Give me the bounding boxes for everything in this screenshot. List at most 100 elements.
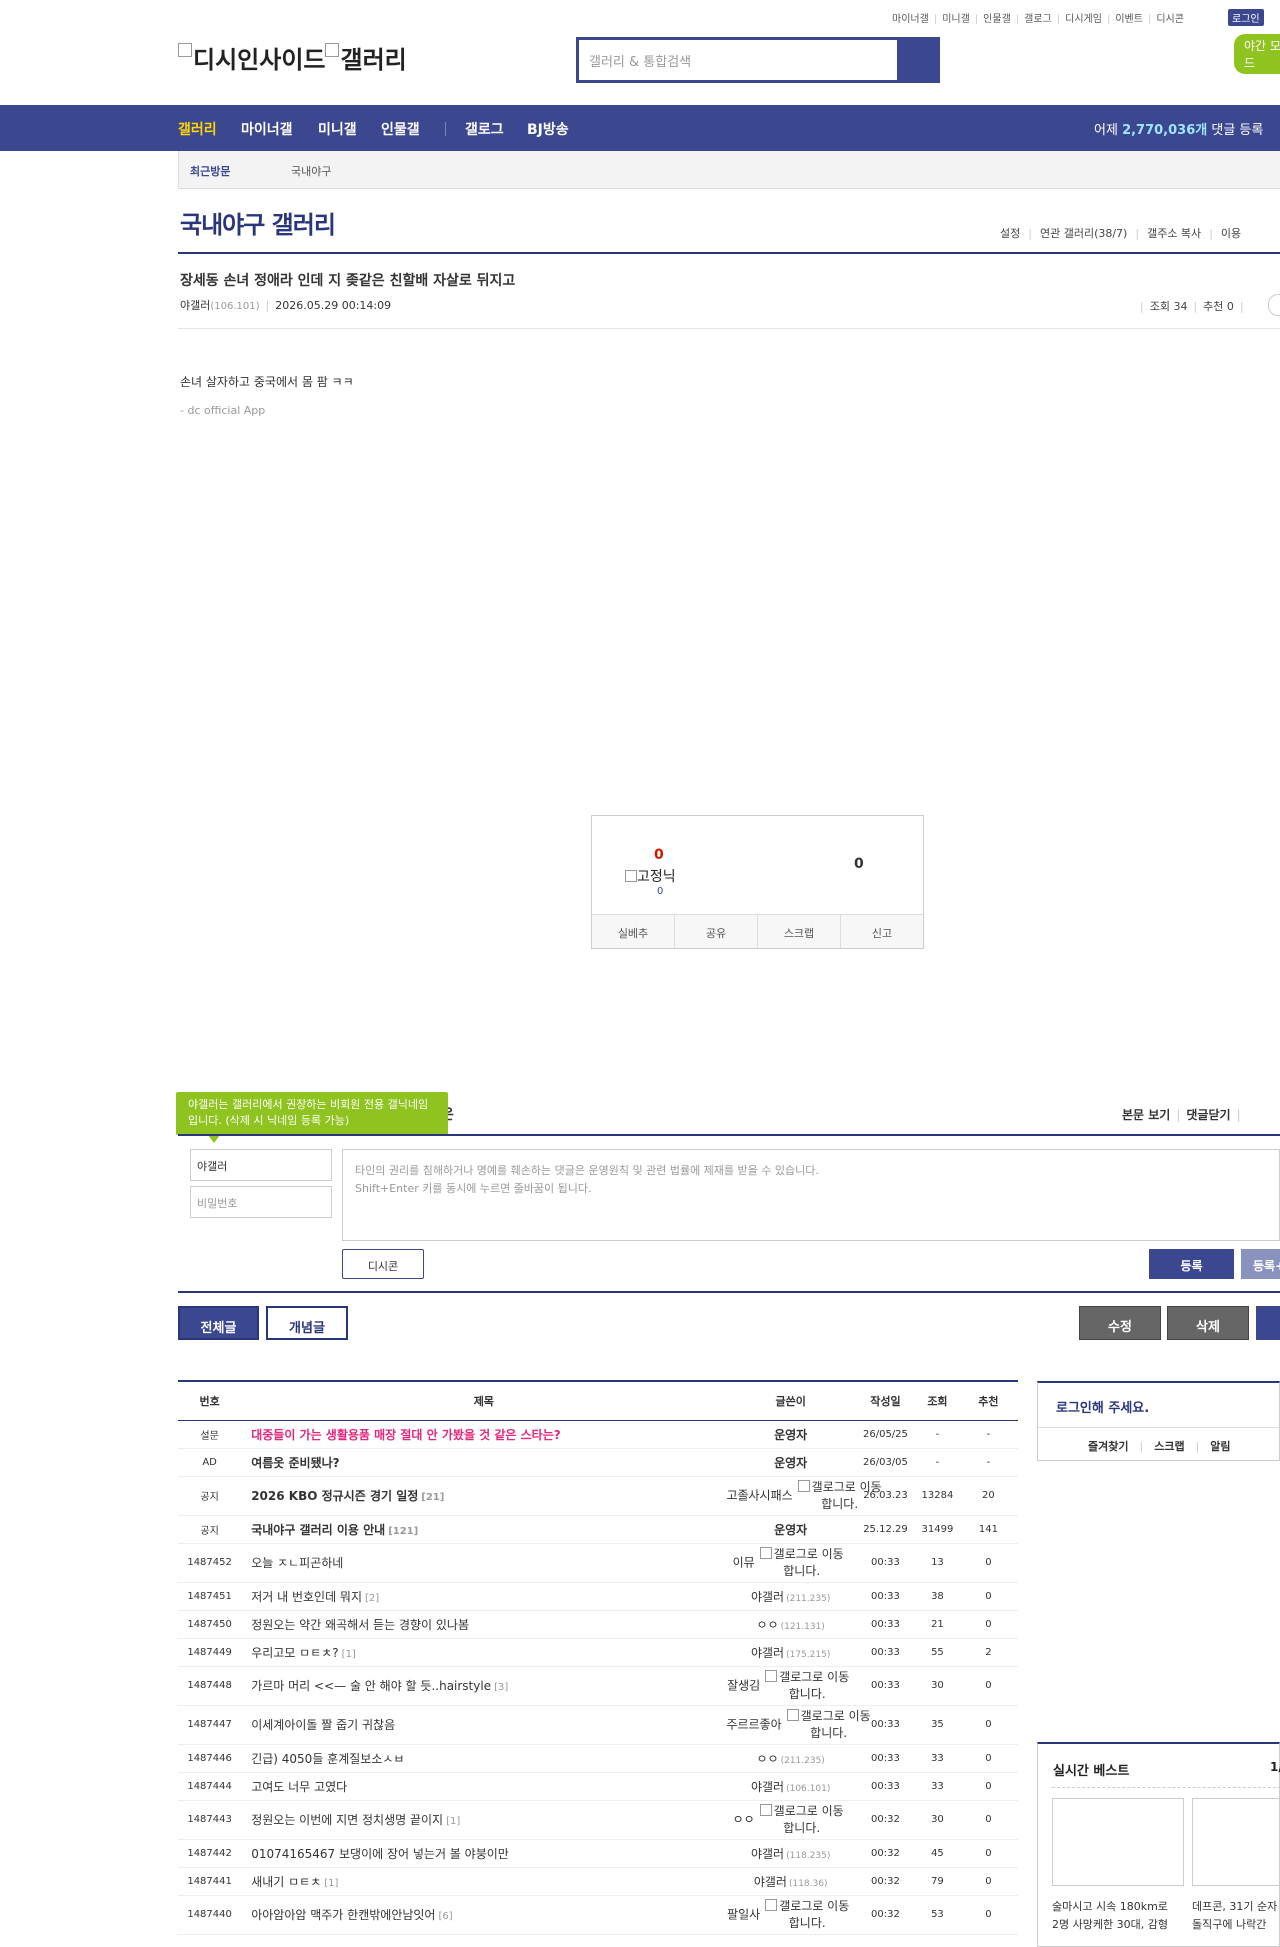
row-writer[interactable]: 야갤러 (118.36) bbox=[726, 1867, 855, 1896]
recent-visit-item[interactable]: 국내야구 bbox=[291, 163, 331, 179]
scrap-link[interactable]: 스크랩 bbox=[1154, 1440, 1184, 1453]
password-field[interactable]: 비밀번호 bbox=[190, 1186, 332, 1218]
nickname-field[interactable]: 야갤러 bbox=[190, 1149, 332, 1181]
notification-link[interactable]: 알림 bbox=[1210, 1440, 1230, 1453]
top-nav-game[interactable]: 디시게임 bbox=[1065, 14, 1102, 25]
writer-name[interactable]: 운영자 bbox=[774, 1428, 807, 1442]
gnb-gallery[interactable]: 갤러리 bbox=[178, 119, 217, 139]
row-title[interactable]: 국내야구 갤러리 이용 안내 [121] bbox=[241, 1515, 727, 1544]
search-input[interactable]: 갤러리 & 통합검색 bbox=[579, 40, 897, 80]
writer-name[interactable]: 야갤러 bbox=[751, 1780, 784, 1794]
reply-count[interactable]: [6] bbox=[438, 1911, 452, 1922]
concept-posts-button[interactable]: 개념글 bbox=[266, 1306, 348, 1340]
gallog-image[interactable]: 갤로그로 이동합니다. bbox=[755, 1546, 849, 1580]
all-posts-button[interactable]: 전체글 bbox=[178, 1306, 259, 1340]
row-title[interactable]: 아아암아암 맥주가 한캔밖에안남잇어 [6] bbox=[241, 1895, 727, 1935]
row-writer[interactable]: 운영자 bbox=[726, 1420, 855, 1449]
gnb-person[interactable]: 인물갤 bbox=[381, 119, 420, 139]
table-row[interactable]: 1487448 가르마 머리 <<— 술 안 해야 할 듯..hairstyle[… bbox=[178, 1666, 1018, 1706]
write-button[interactable] bbox=[1256, 1306, 1280, 1340]
copy-address-link[interactable]: 갤주소 복사 bbox=[1147, 227, 1201, 240]
row-title[interactable]: 가르마 머리 <<— 술 안 해야 할 듯..hairstyle [3] bbox=[241, 1666, 727, 1706]
row-title[interactable]: 저거 내 번호인데 뭐지 [2] bbox=[241, 1582, 727, 1611]
table-row[interactable]: 1487450 정원오는 약간 왜곡해서 듣는 경향이 있나봄 ㅇㅇ (121.131… bbox=[178, 1610, 1018, 1639]
row-title[interactable]: 정원오는 이번에 지면 정치생명 끝이지 [1] bbox=[241, 1800, 727, 1840]
gallery-title[interactable]: 국내야구 갤러리 bbox=[180, 205, 336, 240]
reply-count[interactable]: [1] bbox=[446, 1816, 460, 1827]
gallog-image[interactable]: 갤로그로 이동합니다. bbox=[755, 1803, 849, 1837]
best-thumbnail[interactable] bbox=[1192, 1798, 1280, 1886]
row-writer[interactable]: 운영자 bbox=[726, 1448, 855, 1477]
share-button[interactable]: 공유 bbox=[675, 915, 758, 948]
top-nav-gallog[interactable]: 갤로그 bbox=[1024, 14, 1052, 25]
writer-name[interactable]: ㅇㅇ bbox=[756, 1618, 778, 1632]
reply-count[interactable]: [2] bbox=[365, 1593, 379, 1604]
writer-name[interactable]: 운영자 bbox=[774, 1456, 807, 1470]
gnb-gallog[interactable]: 갤로그 bbox=[465, 119, 504, 139]
row-writer[interactable]: ㅇㅇ (211.235) bbox=[726, 1744, 855, 1773]
writer-name[interactable]: 야갤러 bbox=[751, 1847, 784, 1861]
table-row[interactable]: 공지 2026 KBO 정규시즌 경기 일정 [21] 고졸사시패스갤로그로 이동합니… bbox=[178, 1476, 1018, 1516]
best-thumbnail[interactable] bbox=[1052, 1798, 1184, 1886]
row-writer[interactable]: 주르르좋아갤로그로 이동합니다. bbox=[726, 1705, 871, 1745]
row-writer[interactable]: 고졸사시패스갤로그로 이동합니다. bbox=[726, 1476, 882, 1516]
writer-name[interactable]: ㅇㅇ bbox=[733, 1812, 755, 1826]
table-row[interactable]: 1487443 정원오는 이번에 지면 정치생명 끝이지 [1] ㅇㅇ갤로그로 이동합… bbox=[178, 1800, 1018, 1840]
related-gallery-link[interactable]: 연관 갤러리(38/7) bbox=[1040, 227, 1127, 240]
gnb-bj[interactable]: BJ방송 bbox=[527, 119, 569, 139]
realbest-button[interactable]: 실베추 bbox=[592, 915, 675, 948]
row-writer[interactable]: 야갤러 (106.101) bbox=[726, 1772, 855, 1801]
row-title[interactable]: 오늘 ㅈㄴ피곤하네 bbox=[241, 1543, 727, 1583]
top-nav-mini[interactable]: 미니갤 bbox=[942, 14, 970, 25]
table-row[interactable]: AD 여름옷 준비됐나? 운영자 26/03/05- - bbox=[178, 1448, 1018, 1477]
table-row[interactable]: 설문 대중들이 가는 생활용품 매장 절대 안 가봤을 것 같은 스타는? 운영자 2… bbox=[178, 1420, 1018, 1449]
table-row[interactable]: 1487447 이세계아이돌 짤 줍기 귀찮음 주르르좋아갤로그로 이동합니다. 00… bbox=[178, 1705, 1018, 1745]
gnb-mini[interactable]: 미니갤 bbox=[318, 119, 357, 139]
row-writer[interactable]: 야갤러 (118.235) bbox=[726, 1839, 855, 1868]
favorites-link[interactable]: 즐겨찾기 bbox=[1088, 1440, 1128, 1453]
writer-name[interactable]: 고졸사시패스 bbox=[726, 1488, 792, 1502]
dccon-button[interactable]: 디시콘 bbox=[342, 1249, 424, 1279]
row-title[interactable]: 긴급) 4050들 훈계질보소ㅅㅂ bbox=[241, 1744, 727, 1773]
row-writer[interactable]: 운영자 bbox=[726, 1515, 855, 1544]
view-body-link[interactable]: 본문 보기 bbox=[1122, 1108, 1170, 1122]
row-title[interactable]: 우리고모 ㅁㅌㅊ? [1] bbox=[241, 1638, 727, 1667]
font-size-button[interactable] bbox=[1268, 294, 1280, 316]
scrap-button[interactable]: 스크랩 bbox=[758, 915, 841, 948]
row-writer[interactable]: 야갤러 (175.215) bbox=[726, 1638, 855, 1667]
best-caption[interactable]: 술마시고 시속 180km로 2명 사망케한 30대, 감형 bbox=[1052, 1898, 1192, 1934]
writer-name[interactable]: 주르르좋아 bbox=[726, 1717, 781, 1731]
top-nav-minor[interactable]: 마이너갤 bbox=[892, 14, 929, 25]
row-title[interactable]: 정원오는 약간 왜곡해서 듣는 경향이 있나봄 bbox=[241, 1610, 727, 1639]
report-button[interactable]: 신고 bbox=[841, 915, 923, 948]
writer-name[interactable]: 이뮤 bbox=[733, 1555, 755, 1569]
reply-count[interactable]: [1] bbox=[324, 1878, 338, 1889]
gallog-image[interactable]: 갤로그로 이동합니다. bbox=[760, 1669, 854, 1703]
row-title[interactable]: 대중들이 가는 생활용품 매장 절대 안 가봤을 것 같은 스타는? bbox=[241, 1420, 727, 1449]
row-writer[interactable]: ㅇㅇ (121.131) bbox=[726, 1610, 855, 1639]
usage-link[interactable]: 이용 bbox=[1221, 227, 1241, 240]
table-row[interactable]: 1487451 저거 내 번호인데 뭐지 [2] 야갤러 (211.235) 00:33 3… bbox=[178, 1582, 1018, 1611]
best-caption[interactable]: 데프콘, 31기 순자 돌직구에 나락간 bbox=[1192, 1898, 1280, 1934]
post-author[interactable]: 야갤러 bbox=[180, 299, 210, 312]
table-row[interactable]: 1487440 아아암아암 맥주가 한캔밖에안남잇어 [6] 팔일사갤로그로 이동합니… bbox=[178, 1895, 1018, 1935]
row-title[interactable]: 2026 KBO 정규시즌 경기 일정 [21] bbox=[241, 1476, 727, 1516]
writer-name[interactable]: 야갤러 bbox=[751, 1590, 784, 1604]
row-title[interactable]: 여름옷 준비됐나? bbox=[241, 1448, 727, 1477]
gallog-image[interactable]: 갤로그로 이동합니다. bbox=[760, 1898, 854, 1932]
close-comments-link[interactable]: 댓글닫기 bbox=[1186, 1108, 1230, 1122]
row-title[interactable]: 고여도 너무 고였다 bbox=[241, 1772, 727, 1801]
row-title[interactable]: 이세계아이돌 짤 줍기 귀찮음 bbox=[241, 1705, 727, 1745]
row-writer[interactable]: ㅇㅇ갤로그로 이동합니다. bbox=[726, 1800, 855, 1840]
writer-name[interactable]: 팔일사 bbox=[727, 1907, 760, 1921]
writer-name[interactable]: 야갤러 bbox=[754, 1875, 787, 1889]
row-writer[interactable]: 잘생김갤로그로 이동합니다. bbox=[726, 1666, 855, 1706]
gallery-settings-link[interactable]: 설정 bbox=[1000, 227, 1020, 240]
register-recommend-button[interactable]: 등록+ bbox=[1241, 1249, 1280, 1279]
top-nav-person[interactable]: 인물갤 bbox=[983, 14, 1011, 25]
site-logo[interactable]: 디시인사이드 갤러리 bbox=[178, 40, 407, 75]
writer-name[interactable]: 야갤러 bbox=[751, 1646, 784, 1660]
reply-count[interactable]: [1] bbox=[342, 1649, 356, 1660]
table-row[interactable]: 1487441 새내기 ㅁㅌㅊ [1] 야갤러 (118.36) 00:32 79 0 bbox=[178, 1867, 1018, 1896]
register-button[interactable]: 등록 bbox=[1149, 1249, 1234, 1279]
